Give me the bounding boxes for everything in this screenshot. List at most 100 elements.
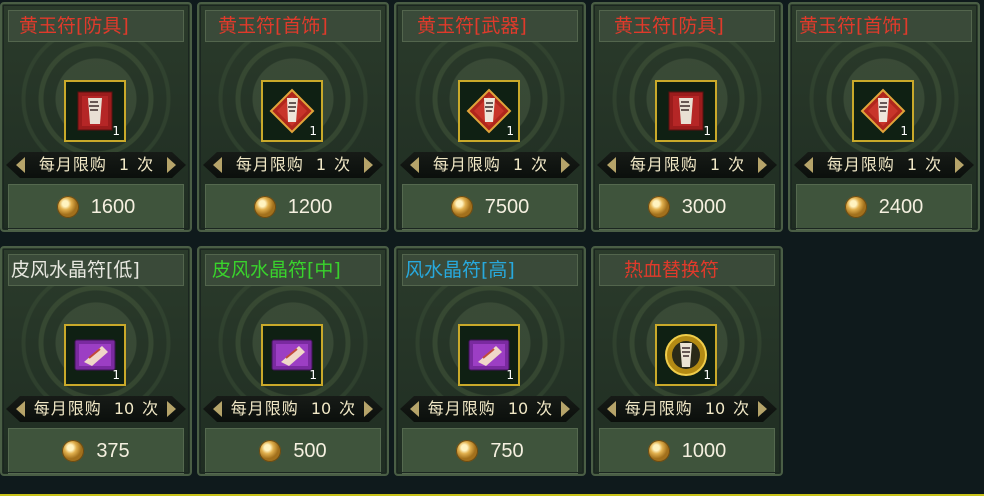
- purchase-limit-banner: 每月限购 1 次: [6, 152, 186, 178]
- limit-unit: 次: [142, 399, 159, 418]
- coin-icon: [647, 440, 670, 462]
- purchase-limit-banner: 每月限购 10 次: [597, 396, 777, 422]
- red-talisman-card-icon: [663, 88, 709, 134]
- limit-count: 10: [310, 399, 332, 418]
- limit-count: 10: [507, 399, 529, 418]
- shop-item-card[interactable]: 黄玉符[防具] 1 每月限购 1 次 3000: [591, 2, 783, 232]
- limit-unit: 次: [531, 155, 548, 174]
- limit-unit: 次: [728, 155, 745, 174]
- shop-grid: 黄玉符[防具] 1 每月限购 1 次 1600 黄玉符[首饰] 1 每月限购 1 次 1200 黄玉符[…: [0, 0, 984, 496]
- item-slot[interactable]: 1: [458, 324, 520, 386]
- coin-icon: [62, 440, 85, 462]
- banner-arrow-right-icon: [167, 157, 176, 173]
- purchase-limit-banner: 每月限购 1 次: [794, 152, 974, 178]
- limit-label: 每月限购: [230, 399, 299, 418]
- banner-arrow-right-icon: [364, 401, 373, 417]
- purchase-limit-banner: 每月限购 10 次: [400, 396, 580, 422]
- banner-arrow-left-icon: [16, 401, 25, 417]
- item-slot[interactable]: 1: [64, 324, 126, 386]
- gold-round-talisman-icon: [663, 332, 709, 378]
- banner-arrow-right-icon: [167, 401, 176, 417]
- purchase-limit-banner: 每月限购 1 次: [400, 152, 580, 178]
- red-talisman-card-icon: [72, 88, 118, 134]
- item-slot[interactable]: 1: [261, 324, 323, 386]
- purchase-limit-banner: 每月限购 1 次: [203, 152, 383, 178]
- coin-icon: [844, 196, 867, 218]
- limit-label: 每月限购: [38, 155, 107, 174]
- item-title: 黄玉符[武器]: [402, 10, 578, 42]
- purchase-limit-banner: 每月限购 10 次: [203, 396, 383, 422]
- limit-label: 每月限购: [624, 399, 693, 418]
- banner-arrow-right-icon: [561, 401, 570, 417]
- coin-icon: [450, 196, 473, 218]
- price-value: 1600: [90, 195, 136, 218]
- item-slot[interactable]: 1: [852, 80, 914, 142]
- limit-label: 每月限购: [427, 399, 496, 418]
- banner-arrow-left-icon: [410, 401, 419, 417]
- shop-item-card[interactable]: 黄玉符[防具] 1 每月限购 1 次 1600: [0, 2, 192, 232]
- banner-arrow-left-icon: [16, 157, 25, 173]
- price-value: 7500: [484, 195, 530, 218]
- purple-crystal-talisman-icon: [466, 332, 512, 378]
- item-quantity: 1: [703, 368, 711, 382]
- shop-item-card[interactable]: 黄玉符[首饰] 1 每月限购 1 次 1200: [197, 2, 389, 232]
- buy-price-button[interactable]: 500: [205, 428, 381, 474]
- limit-label: 每月限购: [826, 155, 895, 174]
- purple-crystal-talisman-icon: [269, 332, 315, 378]
- item-slot[interactable]: 1: [655, 80, 717, 142]
- limit-count: 1: [118, 155, 130, 174]
- item-title: 热血替换符: [599, 254, 775, 286]
- shop-item-card[interactable]: 皮风水晶符[中] 1 每月限购 10 次 500: [197, 246, 389, 476]
- price-value: 2400: [878, 195, 924, 218]
- limit-count: 1: [709, 155, 721, 174]
- limit-label: 每月限购: [629, 155, 698, 174]
- shop-item-card[interactable]: 黄玉符[武器] 1 每月限购 1 次 7500: [394, 2, 586, 232]
- buy-price-button[interactable]: 7500: [402, 184, 578, 230]
- banner-arrow-right-icon: [758, 157, 767, 173]
- coin-icon: [259, 440, 282, 462]
- coin-icon: [647, 196, 670, 218]
- item-quantity: 1: [506, 368, 514, 382]
- price-value: 1000: [681, 439, 727, 462]
- buy-price-button[interactable]: 750: [402, 428, 578, 474]
- buy-price-button[interactable]: 3000: [599, 184, 775, 230]
- banner-arrow-right-icon: [561, 157, 570, 173]
- limit-count: 10: [704, 399, 726, 418]
- limit-unit: 次: [536, 399, 553, 418]
- limit-unit: 次: [925, 155, 942, 174]
- item-slot[interactable]: 1: [655, 324, 717, 386]
- banner-arrow-left-icon: [804, 157, 813, 173]
- shop-item-card[interactable]: 风水晶符[高] 1 每月限购 10 次 750: [394, 246, 586, 476]
- item-title: 黄玉符[首饰]: [796, 10, 972, 42]
- item-title: 皮风水晶符[低]: [8, 254, 184, 286]
- limit-unit: 次: [733, 399, 750, 418]
- banner-arrow-left-icon: [410, 157, 419, 173]
- shop-item-card[interactable]: 热血替换符 1 每月限购 10 次 1000: [591, 246, 783, 476]
- coin-icon: [56, 196, 79, 218]
- shop-item-card[interactable]: 皮风水晶符[低] 1 每月限购 10 次 375: [0, 246, 192, 476]
- buy-price-button[interactable]: 1200: [205, 184, 381, 230]
- item-title: 风水晶符[高]: [402, 254, 578, 286]
- item-quantity: 1: [506, 124, 514, 138]
- limit-label: 每月限购: [235, 155, 304, 174]
- limit-label: 每月限购: [432, 155, 501, 174]
- item-title: 黄玉符[防具]: [599, 10, 775, 42]
- item-slot[interactable]: 1: [261, 80, 323, 142]
- red-diamond-talisman-icon: [860, 88, 906, 134]
- banner-arrow-right-icon: [758, 401, 767, 417]
- buy-price-button[interactable]: 375: [8, 428, 184, 474]
- item-quantity: 1: [112, 124, 120, 138]
- buy-price-button[interactable]: 1000: [599, 428, 775, 474]
- red-diamond-talisman-icon: [269, 88, 315, 134]
- item-title: 皮风水晶符[中]: [205, 254, 381, 286]
- shop-item-card[interactable]: 黄玉符[首饰] 1 每月限购 1 次 2400: [788, 2, 980, 232]
- item-quantity: 1: [900, 124, 908, 138]
- buy-price-button[interactable]: 1600: [8, 184, 184, 230]
- item-quantity: 1: [309, 368, 317, 382]
- price-value: 3000: [681, 195, 727, 218]
- item-slot[interactable]: 1: [64, 80, 126, 142]
- banner-arrow-right-icon: [955, 157, 964, 173]
- item-slot[interactable]: 1: [458, 80, 520, 142]
- buy-price-button[interactable]: 2400: [796, 184, 972, 230]
- item-title: 黄玉符[防具]: [8, 10, 184, 42]
